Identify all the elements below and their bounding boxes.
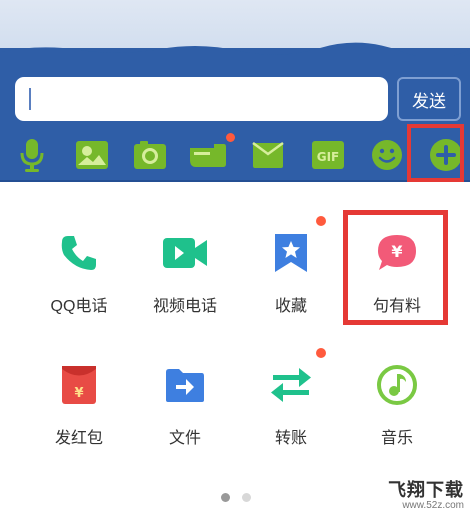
panel-item-label: QQ电话 [50,298,108,315]
panel-item-video-call[interactable]: 视频电话 [128,230,238,350]
panel-item-red-envelope[interactable]: ¥ 发红包 [22,362,132,482]
bookmark-star-icon [268,230,314,276]
panel-item-juyouliao[interactable]: ¥ 句有料 [340,230,450,350]
red-packet-icon[interactable] [188,136,228,174]
text-caret [29,88,31,110]
panel-item-label: 音乐 [380,430,413,447]
video-call-icon [162,230,208,276]
camera-icon[interactable] [130,136,170,174]
transfer-arrows-icon [268,362,314,408]
panel-item-label: 收藏 [274,298,307,315]
panel-item-qq-call[interactable]: QQ电话 [22,230,132,350]
plus-icon[interactable] [426,136,466,174]
notification-dot [226,133,235,142]
wave-decoration [0,42,470,56]
microphone-icon[interactable] [12,136,52,174]
music-note-icon [374,362,420,408]
phone-icon [56,230,102,276]
panel-item-label: 句有料 [372,298,421,315]
panel-item-label: 文件 [168,430,201,447]
image-icon[interactable] [72,136,112,174]
svg-text:¥: ¥ [391,242,402,261]
message-input[interactable] [15,77,388,121]
panel-item-label: 视频电话 [152,298,217,315]
svg-text:¥: ¥ [74,386,83,401]
notification-dot [316,216,326,226]
folder-icon[interactable] [248,136,288,174]
panel-item-favorites[interactable]: 收藏 [234,230,344,350]
panel-item-transfer[interactable]: 转账 [234,362,344,482]
page-indicator[interactable] [242,493,251,502]
panel-item-music[interactable]: 音乐 [340,362,450,482]
svg-text:GIF: GIF [317,150,340,164]
watermark-title: 飞翔下载 [388,480,464,501]
emoji-icon[interactable] [367,136,407,174]
page-indicator-active [221,493,230,502]
notification-dot [316,348,326,358]
panel-item-file[interactable]: 文件 [128,362,238,482]
panel-item-label: 转账 [274,430,307,447]
gif-icon[interactable]: GIF [308,136,348,174]
watermark-url: www.52z.com [402,500,464,511]
panel-item-label: 发红包 [54,430,103,447]
send-button[interactable]: 发送 [397,77,461,121]
watermark: 飞翔下载 www.52z.com [372,476,464,516]
red-envelope-icon: ¥ [56,362,102,408]
file-transfer-icon [162,362,208,408]
yen-bubble-icon: ¥ [374,230,420,276]
